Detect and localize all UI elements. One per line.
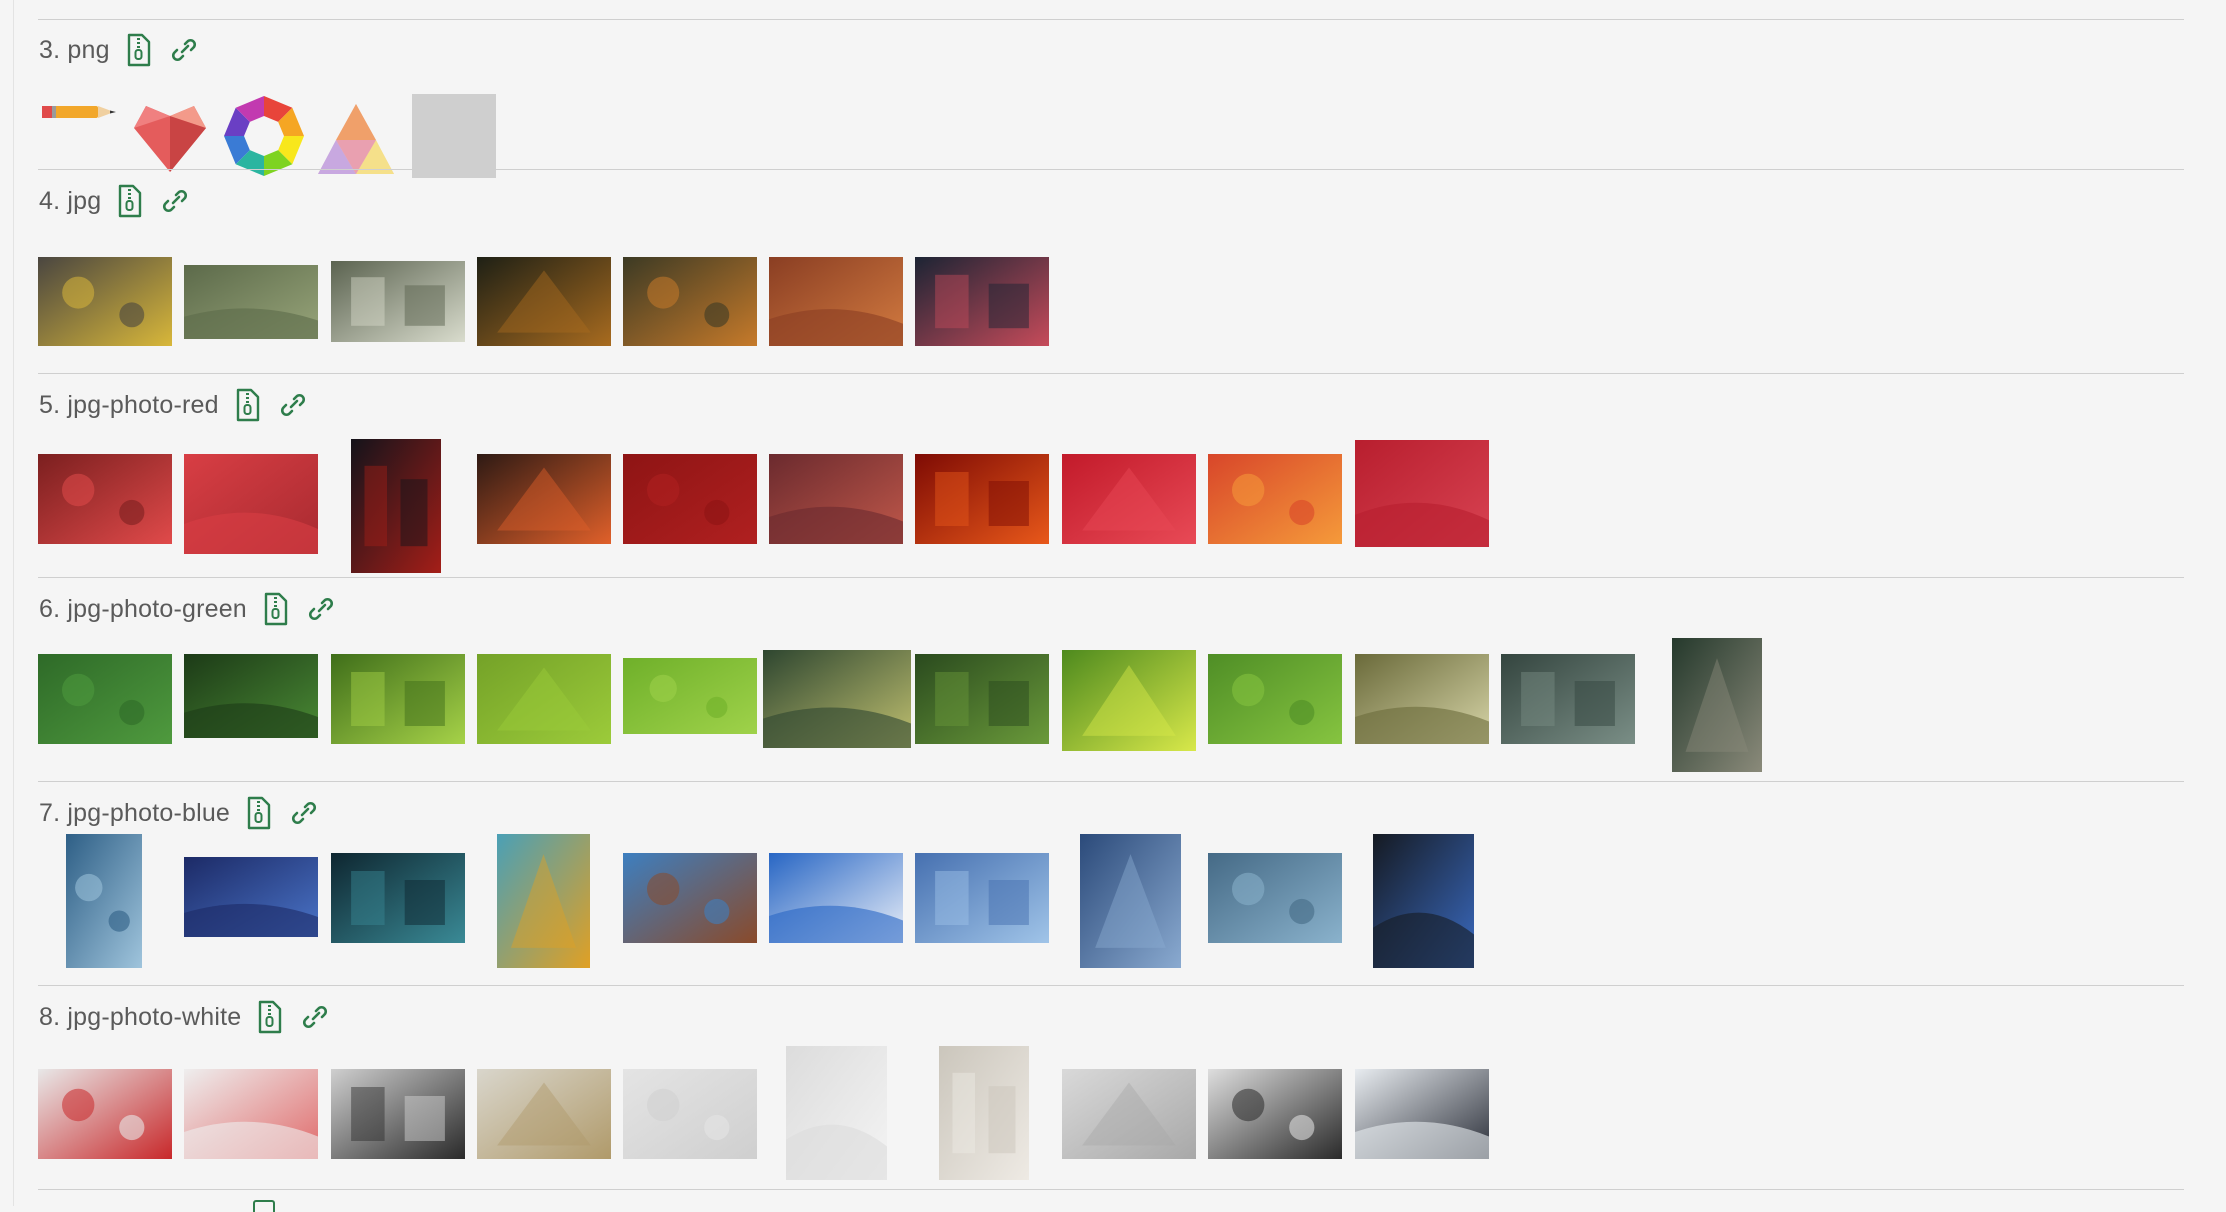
blue-coral-photo[interactable]: [184, 857, 318, 937]
red-gradient-photo[interactable]: [915, 454, 1049, 544]
file-zip-icon[interactable]: [253, 1200, 275, 1212]
blue-wall-windows-photo[interactable]: [623, 853, 757, 943]
file-zip-icon[interactable]: [246, 796, 272, 830]
white-house-roof-photo[interactable]: [1355, 1069, 1489, 1159]
hedge-path-photo[interactable]: [1672, 638, 1762, 772]
spiral-architecture-photo[interactable]: [1062, 1069, 1196, 1159]
red-leaves-branch-photo[interactable]: [477, 454, 611, 544]
misty-forest-photo[interactable]: [184, 265, 318, 339]
city-street-photo[interactable]: [38, 257, 172, 346]
section-title: 6. jpg-photo-green: [39, 594, 247, 623]
blue-arch-photo[interactable]: [1373, 834, 1474, 968]
sunflowers-photo[interactable]: [497, 834, 590, 968]
foggy-lake-photo[interactable]: [331, 1069, 465, 1159]
file-zip-icon[interactable]: [257, 1000, 283, 1034]
red-blossom-photo[interactable]: [38, 454, 172, 544]
raspberries-photo[interactable]: [1062, 454, 1196, 544]
forest-road-photo[interactable]: [623, 257, 757, 346]
rainy-glass-photo[interactable]: [1208, 853, 1342, 943]
section-jpg-photo-red: 5. jpg-photo-red: [38, 373, 2184, 578]
section-jpg-photo-white: 8. jpg-photo-white: [38, 985, 2184, 1190]
green-leaves-photo[interactable]: [331, 654, 465, 744]
neon-alley-photo[interactable]: [915, 257, 1049, 346]
link-icon[interactable]: [279, 391, 307, 419]
green-stripe-photo[interactable]: [623, 658, 757, 734]
chair-photo[interactable]: [1208, 1069, 1342, 1159]
section-title: 8. jpg-photo-white: [39, 1002, 242, 1031]
triangle-image[interactable]: [316, 100, 396, 178]
succulent-photo[interactable]: [184, 654, 318, 738]
file-zip-icon[interactable]: [117, 184, 143, 218]
tree-canopy-photo[interactable]: [1355, 654, 1489, 744]
creative-wall-photo[interactable]: [184, 1069, 318, 1159]
link-icon[interactable]: [307, 595, 335, 623]
section-title: 7. jpg-photo-blue: [39, 798, 231, 827]
torii-path-photo[interactable]: [351, 439, 441, 573]
hot-air-balloon-photo[interactable]: [769, 853, 903, 943]
tall-grass-photo[interactable]: [1208, 654, 1342, 744]
section-jpg-photo-blue: 7. jpg-photo-blue: [38, 781, 2184, 986]
bokeh-photo[interactable]: [331, 853, 465, 943]
clover-photo[interactable]: [38, 654, 172, 744]
dry-flowers-photo[interactable]: [477, 1069, 611, 1159]
page-left-edge: [13, 0, 14, 1206]
section-png: 3. png: [38, 19, 2184, 178]
file-zip-icon[interactable]: [126, 33, 152, 67]
section-title: 5. jpg-photo-red: [39, 390, 219, 419]
section-jpg-photo-green: 6. jpg-photo-green: [38, 577, 2184, 782]
pencil-image[interactable]: [38, 94, 122, 130]
ring-image[interactable]: [222, 94, 306, 178]
red-polygon-photo[interactable]: [1355, 440, 1489, 547]
red-panels-photo[interactable]: [623, 454, 757, 544]
red-wood-photo[interactable]: [184, 454, 318, 554]
file-zip-icon[interactable]: [235, 388, 261, 422]
leaf-texture-photo[interactable]: [477, 654, 611, 744]
vase-paper-photo[interactable]: [786, 1046, 887, 1180]
storefront-photo[interactable]: [331, 261, 465, 342]
blue-ice-photo[interactable]: [66, 834, 142, 968]
link-icon[interactable]: [301, 1003, 329, 1031]
section-title: 3. png: [39, 35, 110, 64]
banana-leaf-photo[interactable]: [1062, 650, 1196, 751]
white-texture-photo[interactable]: [623, 1069, 757, 1159]
orange-leaves-photo[interactable]: [1208, 454, 1342, 544]
dewy-grass-photo[interactable]: [763, 650, 911, 748]
white-arch-room-photo[interactable]: [939, 1046, 1029, 1180]
heart-image[interactable]: [128, 94, 212, 178]
section-title: 4. jpg: [39, 186, 102, 215]
dark-lake-photo[interactable]: [477, 257, 611, 346]
leaf-drop-photo[interactable]: [915, 654, 1049, 744]
section-next: [38, 1189, 2184, 1207]
link-icon[interactable]: [161, 187, 189, 215]
file-zip-icon[interactable]: [263, 592, 289, 626]
green-lake-photo[interactable]: [1501, 654, 1635, 744]
red-foliage-photo[interactable]: [769, 454, 903, 544]
section-jpg: 4. jpg: [38, 169, 2184, 374]
autumn-road-photo[interactable]: [769, 257, 903, 346]
link-icon[interactable]: [170, 36, 198, 64]
blue-facade-photo[interactable]: [1080, 834, 1181, 968]
gray-square-image[interactable]: [412, 94, 496, 178]
link-icon[interactable]: [290, 799, 318, 827]
blue-house-photo[interactable]: [915, 853, 1049, 943]
strawberry-milk-photo[interactable]: [38, 1069, 172, 1159]
